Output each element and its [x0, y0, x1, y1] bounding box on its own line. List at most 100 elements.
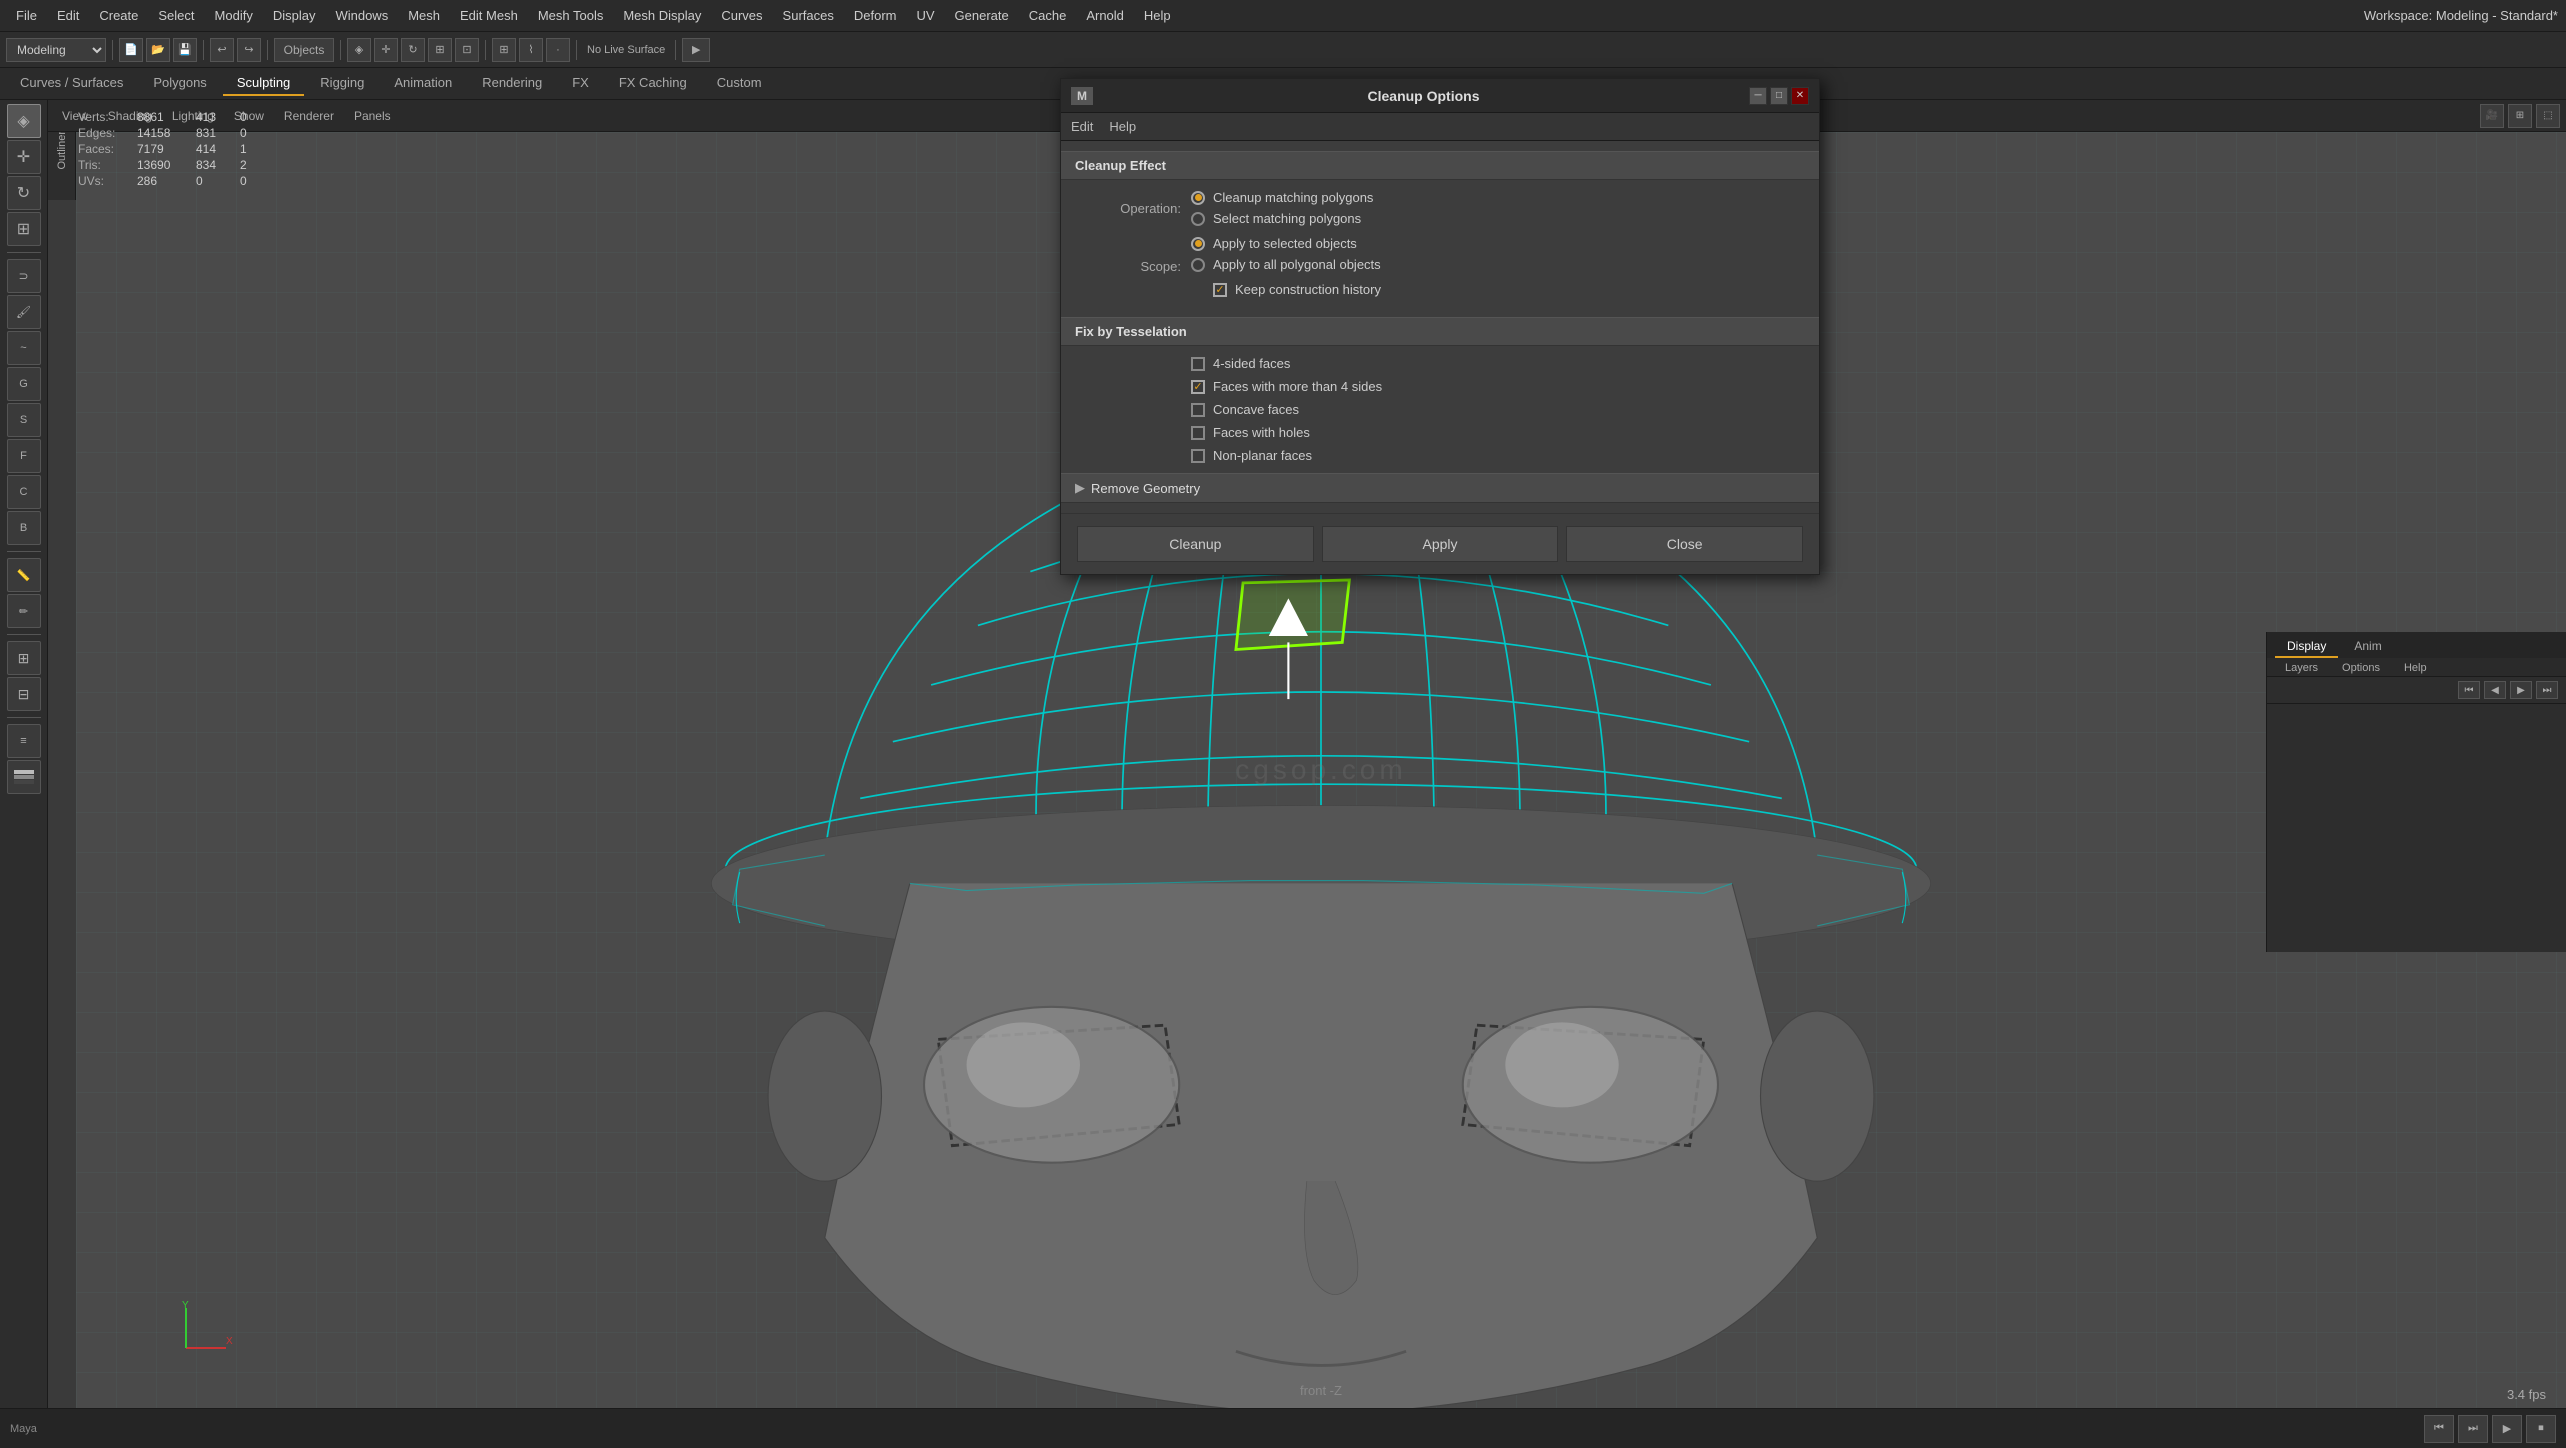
operation-radio-btn-0[interactable]	[1191, 191, 1205, 205]
menu-deform[interactable]: Deform	[846, 6, 905, 25]
tesselation-checkbox-3[interactable]	[1191, 426, 1205, 440]
sculpt-flatten-tool[interactable]: F	[7, 439, 41, 473]
save-file-btn[interactable]: 💾	[173, 38, 197, 62]
grid-minus-btn[interactable]: ⊟	[7, 677, 41, 711]
annotation-tool[interactable]: ✏	[7, 594, 41, 628]
menu-file[interactable]: File	[8, 6, 45, 25]
menu-create[interactable]: Create	[91, 6, 146, 25]
tab-custom[interactable]: Custom	[703, 71, 776, 96]
tesselation-checkbox-2[interactable]	[1191, 403, 1205, 417]
rotate-tool[interactable]: ↻	[7, 176, 41, 210]
apply-btn[interactable]: Apply	[1322, 526, 1559, 562]
menu-generate[interactable]: Generate	[947, 6, 1017, 25]
menu-help[interactable]: Help	[1136, 6, 1179, 25]
open-file-btn[interactable]: 📂	[146, 38, 170, 62]
menu-curves[interactable]: Curves	[713, 6, 770, 25]
nav-last-btn[interactable]: ⏭	[2536, 681, 2558, 699]
tab-sculpting[interactable]: Sculpting	[223, 71, 304, 96]
sculpt-smooth-tool[interactable]: S	[7, 403, 41, 437]
snap-grid-btn[interactable]: ⊞	[492, 38, 516, 62]
mode-dropdown[interactable]: Modeling	[6, 38, 106, 62]
right-tab-anim[interactable]: Anim	[2342, 636, 2393, 658]
scope-radio-1[interactable]: Apply to all polygonal objects	[1191, 257, 1381, 272]
dialog-menu-edit[interactable]: Edit	[1071, 119, 1093, 134]
tesselation-checkbox-1[interactable]: ✓	[1191, 380, 1205, 394]
stroke-btn[interactable]: ≡	[7, 724, 41, 758]
tab-curves-surfaces[interactable]: Curves / Surfaces	[6, 71, 137, 96]
tab-fx-caching[interactable]: FX Caching	[605, 71, 701, 96]
tab-fx[interactable]: FX	[558, 71, 603, 96]
menu-surfaces[interactable]: Surfaces	[775, 6, 842, 25]
scope-radio-btn-1[interactable]	[1191, 258, 1205, 272]
sculpt-relax-tool[interactable]: ~	[7, 331, 41, 365]
lasso-tool[interactable]: ⊃	[7, 259, 41, 293]
panels-menu[interactable]: Panels	[346, 107, 399, 125]
paint-tool[interactable]: 🖌	[7, 295, 41, 329]
bottom-tool-4[interactable]: ⏹	[2526, 1415, 2556, 1443]
keep-history-checkbox[interactable]: ✓	[1213, 283, 1227, 297]
menu-cache[interactable]: Cache	[1021, 6, 1075, 25]
menu-uv[interactable]: UV	[908, 6, 942, 25]
tesselation-checkbox-4[interactable]	[1191, 449, 1205, 463]
dialog-maximize-btn[interactable]: □	[1770, 87, 1788, 105]
sculpt-bulge-tool[interactable]: B	[7, 511, 41, 545]
select-tool[interactable]: ◈	[7, 104, 41, 138]
right-subtab-help[interactable]: Help	[2394, 660, 2437, 676]
redo-btn[interactable]: ↪	[237, 38, 261, 62]
operation-radio-btn-1[interactable]	[1191, 212, 1205, 226]
sculpt-crease-tool[interactable]: C	[7, 475, 41, 509]
tesselation-option-1[interactable]: ✓ Faces with more than 4 sides	[1191, 379, 1799, 394]
menu-arnold[interactable]: Arnold	[1078, 6, 1132, 25]
tesselation-option-3[interactable]: Faces with holes	[1191, 425, 1799, 440]
tesselation-checkbox-0[interactable]	[1191, 357, 1205, 371]
tab-rigging[interactable]: Rigging	[306, 71, 378, 96]
keep-history-row[interactable]: ✓ Keep construction history	[1213, 282, 1381, 297]
snap-point-btn[interactable]: ·	[546, 38, 570, 62]
grid-view-btn[interactable]: ⊞	[2508, 104, 2532, 128]
transform-tool-btn[interactable]: ⊡	[455, 38, 479, 62]
tesselation-option-0[interactable]: 4-sided faces	[1191, 356, 1799, 371]
menu-select[interactable]: Select	[150, 6, 202, 25]
right-subtab-layers[interactable]: Layers	[2275, 660, 2328, 676]
operation-radio-0[interactable]: Cleanup matching polygons	[1191, 190, 1373, 205]
remove-geometry-header[interactable]: ▶ Remove Geometry	[1061, 473, 1819, 503]
scale-tool-btn[interactable]: ⊞	[428, 38, 452, 62]
sculpt-grab-tool[interactable]: G	[7, 367, 41, 401]
bottom-tool-1[interactable]: ⏮	[2424, 1415, 2454, 1443]
measure-tool[interactable]: 📏	[7, 558, 41, 592]
tesselation-option-4[interactable]: Non-planar faces	[1191, 448, 1799, 463]
scale-tool[interactable]: ⊞	[7, 212, 41, 246]
menu-mesh-tools[interactable]: Mesh Tools	[530, 6, 612, 25]
menu-modify[interactable]: Modify	[207, 6, 261, 25]
bottom-tool-3[interactable]: ▶	[2492, 1415, 2522, 1443]
tab-polygons[interactable]: Polygons	[139, 71, 220, 96]
select-tool-btn[interactable]: ◈	[347, 38, 371, 62]
tesselation-option-2[interactable]: Concave faces	[1191, 402, 1799, 417]
operation-radio-1[interactable]: Select matching polygons	[1191, 211, 1373, 226]
cam-tool-btn[interactable]: 🎥	[2480, 104, 2504, 128]
dialog-menu-help[interactable]: Help	[1109, 119, 1136, 134]
bottom-tool-2[interactable]: ⏭	[2458, 1415, 2488, 1443]
tab-animation[interactable]: Animation	[380, 71, 466, 96]
scope-radio-btn-0[interactable]	[1191, 237, 1205, 251]
nav-prev-btn[interactable]: ◀	[2484, 681, 2506, 699]
undo-btn[interactable]: ↩	[210, 38, 234, 62]
renderer-menu[interactable]: Renderer	[276, 107, 342, 125]
grid-plus-btn[interactable]: ⊞	[7, 641, 41, 675]
wireframe-btn[interactable]: ⬚	[2536, 104, 2560, 128]
nav-next-btn[interactable]: ▶	[2510, 681, 2532, 699]
menu-mesh-display[interactable]: Mesh Display	[615, 6, 709, 25]
objects-btn[interactable]: Objects	[274, 38, 334, 62]
right-tab-display[interactable]: Display	[2275, 636, 2338, 658]
new-file-btn[interactable]: 📄	[119, 38, 143, 62]
snap-curve-btn[interactable]: ⌇	[519, 38, 543, 62]
close-btn[interactable]: Close	[1566, 526, 1803, 562]
dialog-close-btn[interactable]: ✕	[1791, 87, 1809, 105]
menu-display[interactable]: Display	[265, 6, 324, 25]
scope-radio-0[interactable]: Apply to selected objects	[1191, 236, 1381, 251]
renderer-btn[interactable]: ▶	[682, 38, 710, 62]
menu-edit[interactable]: Edit	[49, 6, 87, 25]
move-tool[interactable]: ✛	[7, 140, 41, 174]
dialog-minimize-btn[interactable]: ─	[1749, 87, 1767, 105]
rotate-tool-btn[interactable]: ↻	[401, 38, 425, 62]
